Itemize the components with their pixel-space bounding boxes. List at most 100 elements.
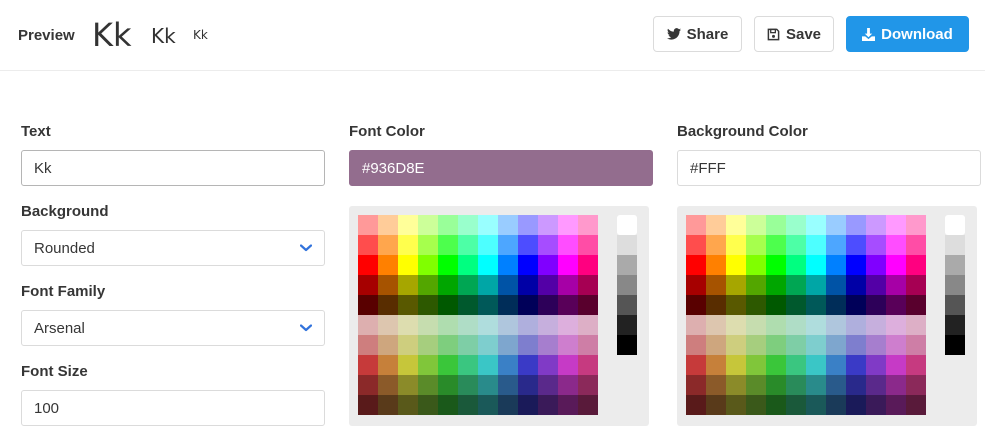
font-color-swatch[interactable] [418, 295, 438, 315]
bg-color-swatch[interactable] [786, 215, 806, 235]
bg-color-swatch[interactable] [726, 275, 746, 295]
bg-color-swatch[interactable] [846, 295, 866, 315]
save-button[interactable]: Save [754, 16, 834, 52]
bg-color-swatch[interactable] [826, 255, 846, 275]
bg-color-swatch[interactable] [826, 395, 846, 415]
bg-color-swatch[interactable] [706, 215, 726, 235]
bg-color-swatch[interactable] [766, 335, 786, 355]
font-color-swatch[interactable] [378, 235, 398, 255]
font-color-swatch[interactable] [418, 335, 438, 355]
font-color-swatch[interactable] [518, 355, 538, 375]
bg-color-swatch[interactable] [786, 275, 806, 295]
bg-color-swatch[interactable] [806, 355, 826, 375]
font-color-swatch[interactable] [438, 275, 458, 295]
bg-gray-swatch[interactable] [945, 315, 965, 335]
font-color-swatch[interactable] [578, 295, 598, 315]
bg-color-swatch[interactable] [786, 355, 806, 375]
bg-gray-swatch[interactable] [945, 235, 965, 255]
font-color-swatch[interactable] [518, 255, 538, 275]
font-color-swatch[interactable] [558, 355, 578, 375]
bg-color-swatch[interactable] [906, 315, 926, 335]
bg-color-swatch[interactable] [726, 375, 746, 395]
font-color-swatch[interactable] [538, 235, 558, 255]
bg-color-swatch[interactable] [786, 255, 806, 275]
font-color-swatch[interactable] [538, 295, 558, 315]
font-color-swatch[interactable] [538, 255, 558, 275]
bg-color-swatch[interactable] [786, 295, 806, 315]
font-color-swatch[interactable] [438, 235, 458, 255]
font-color-swatch[interactable] [458, 275, 478, 295]
font-color-swatch[interactable] [558, 375, 578, 395]
font-color-swatch[interactable] [358, 335, 378, 355]
bg-color-swatch[interactable] [886, 395, 906, 415]
bg-color-swatch[interactable] [706, 395, 726, 415]
font-color-swatch[interactable] [578, 275, 598, 295]
font-color-swatch[interactable] [358, 295, 378, 315]
bg-color-swatch[interactable] [726, 215, 746, 235]
font-color-swatch[interactable] [558, 395, 578, 415]
bg-color-swatch[interactable] [846, 215, 866, 235]
font-color-swatch[interactable] [478, 275, 498, 295]
bg-color-swatch[interactable] [906, 215, 926, 235]
font-color-swatch[interactable] [358, 355, 378, 375]
bg-color-swatch[interactable] [806, 375, 826, 395]
bg-color-swatch[interactable] [806, 255, 826, 275]
bg-color-swatch[interactable] [726, 395, 746, 415]
font-color-swatch[interactable] [578, 335, 598, 355]
bg-color-swatch[interactable] [766, 255, 786, 275]
font-color-swatch[interactable] [458, 215, 478, 235]
bg-color-swatch[interactable] [866, 255, 886, 275]
font-color-swatch[interactable] [538, 335, 558, 355]
bg-color-swatch[interactable] [866, 375, 886, 395]
bg-color-swatch[interactable] [786, 395, 806, 415]
bg-color-swatch[interactable] [746, 255, 766, 275]
bg-color-swatch[interactable] [746, 275, 766, 295]
font-gray-swatch[interactable] [617, 255, 637, 275]
font-color-swatch[interactable] [498, 275, 518, 295]
bg-color-swatch[interactable] [886, 255, 906, 275]
bg-color-swatch[interactable] [906, 375, 926, 395]
font-color-swatch[interactable] [538, 215, 558, 235]
font-color-swatch[interactable] [478, 315, 498, 335]
bg-color-swatch[interactable] [686, 235, 706, 255]
font-color-swatch[interactable] [358, 275, 378, 295]
bg-color-swatch[interactable] [686, 295, 706, 315]
font-color-swatch[interactable] [458, 335, 478, 355]
font-color-swatch[interactable] [438, 315, 458, 335]
font-color-swatch[interactable] [378, 215, 398, 235]
bg-color-swatch[interactable] [826, 215, 846, 235]
font-color-swatch[interactable] [378, 335, 398, 355]
bg-color-swatch[interactable] [766, 355, 786, 375]
font-color-swatch[interactable] [478, 395, 498, 415]
font-gray-swatch[interactable] [617, 295, 637, 315]
font-color-swatch[interactable] [498, 355, 518, 375]
bg-color-swatch[interactable] [826, 375, 846, 395]
font-color-swatch[interactable] [358, 235, 378, 255]
bg-color-swatch[interactable] [766, 295, 786, 315]
bg-color-swatch[interactable] [706, 315, 726, 335]
font-color-swatch[interactable] [518, 395, 538, 415]
bg-color-swatch[interactable] [746, 235, 766, 255]
font-color-swatch[interactable] [398, 335, 418, 355]
bg-color-swatch[interactable] [906, 235, 926, 255]
bg-color-swatch[interactable] [826, 315, 846, 335]
bg-color-swatch[interactable] [706, 275, 726, 295]
bg-color-swatch[interactable] [806, 335, 826, 355]
bg-color-swatch[interactable] [866, 275, 886, 295]
font-color-swatch[interactable] [578, 215, 598, 235]
bg-color-swatch[interactable] [886, 295, 906, 315]
font-color-swatch[interactable] [558, 235, 578, 255]
font-color-swatch[interactable] [378, 355, 398, 375]
bg-color-swatch[interactable] [866, 355, 886, 375]
font-color-swatch[interactable] [578, 355, 598, 375]
font-color-swatch[interactable] [478, 255, 498, 275]
bg-color-swatch[interactable] [746, 215, 766, 235]
font-color-swatch[interactable] [538, 395, 558, 415]
bg-color-swatch[interactable] [846, 335, 866, 355]
bg-color-swatch[interactable] [846, 375, 866, 395]
font-gray-swatch[interactable] [617, 335, 637, 355]
bg-color-swatch[interactable] [866, 395, 886, 415]
bg-color-swatch[interactable] [906, 355, 926, 375]
bg-color-swatch[interactable] [686, 275, 706, 295]
font-color-swatch[interactable] [518, 235, 538, 255]
